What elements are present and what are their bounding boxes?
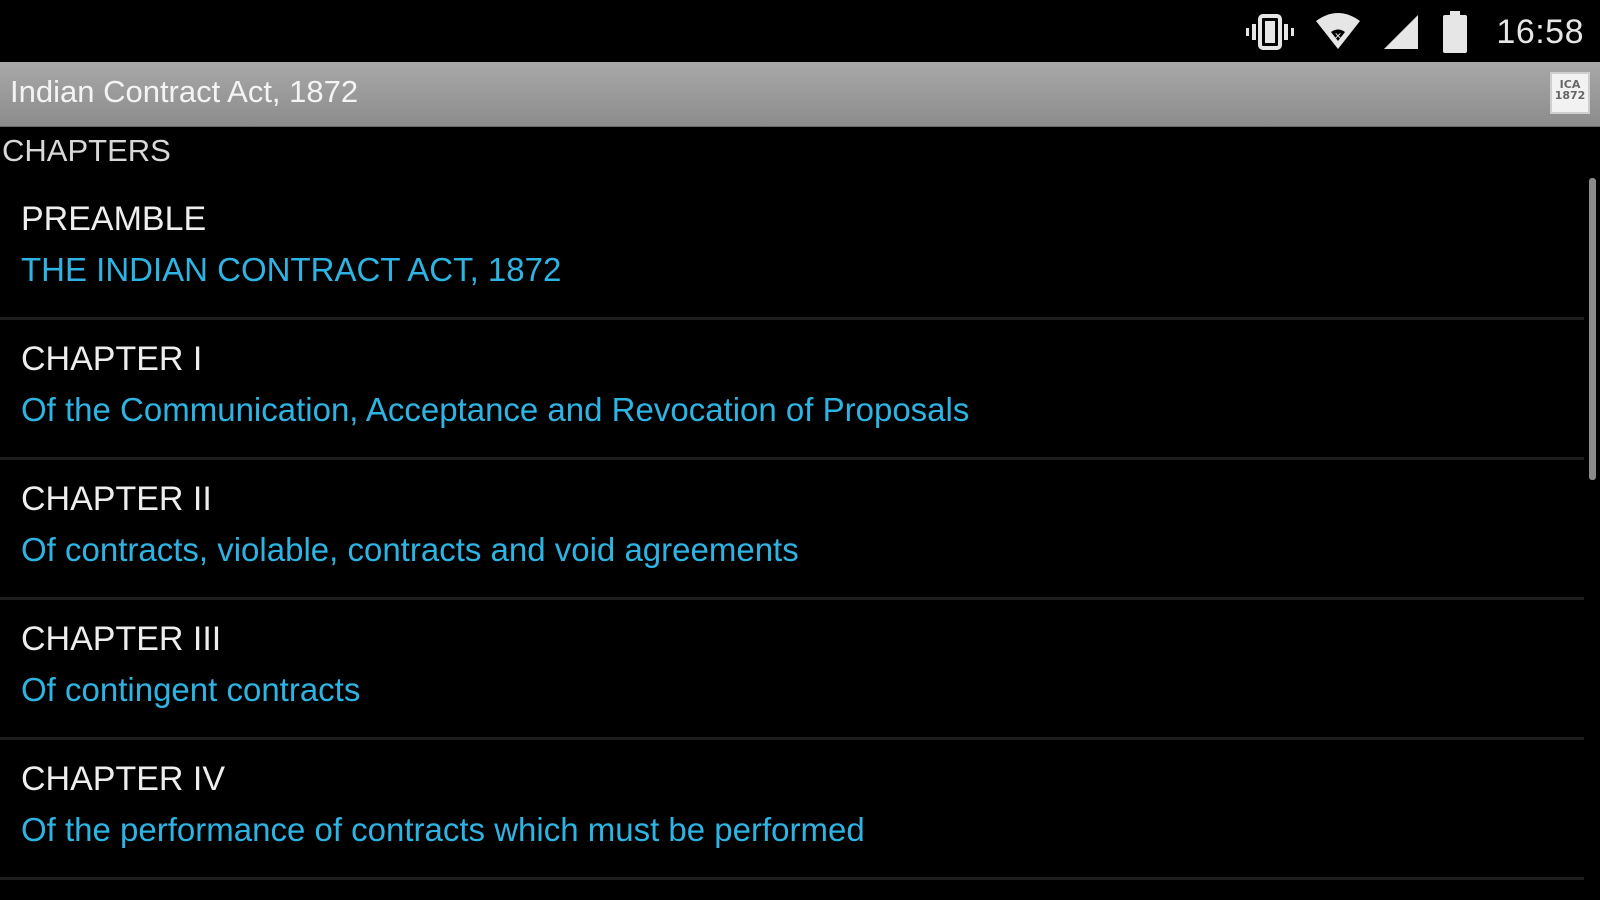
vibrate-icon [1246,12,1295,52]
cell-signal-icon [1382,13,1420,51]
chapter-list-item[interactable]: CHAPTER I Of the Communication, Acceptan… [0,320,1584,460]
chapter-title: CHAPTER I [21,340,203,378]
chapter-list-item[interactable]: CHAPTER III Of contingent contracts [0,600,1584,740]
chapter-title: PREAMBLE [21,200,207,238]
chapter-list-item[interactable]: CHAPTER IV Of the performance of contrac… [0,740,1584,880]
chapter-list-item[interactable]: CHAPTER II Of contracts, violable, contr… [0,460,1584,600]
status-icons: ✕ 16:58 [1246,8,1584,56]
chapter-subtitle: Of the performance of contracts which mu… [21,811,865,848]
app-screen: ✕ 16:58 Indian Contract Act, 1872 ICA 18… [0,0,1600,900]
app-title: Indian Contract Act, 1872 [10,74,359,109]
list-scrollbar[interactable] [1589,178,1596,480]
chapter-subtitle: Of contingent contracts [21,671,361,708]
chapter-subtitle: Of contracts, violable, contracts and vo… [21,531,799,568]
app-logo-icon[interactable]: ICA 1872 [1550,72,1590,114]
chapter-subtitle: THE INDIAN CONTRACT ACT, 1872 [21,251,562,288]
svg-text:✕: ✕ [1335,32,1343,42]
chapter-title: CHAPTER IV [21,760,226,798]
wifi-icon: ✕ [1316,13,1361,51]
chapter-title: CHAPTER II [21,480,212,518]
chapter-subtitle: Of the Communication, Acceptance and Rev… [21,391,970,428]
clock-time: 16:58 [1496,12,1584,51]
action-bar: Indian Contract Act, 1872 ICA 1872 [0,62,1600,127]
section-header-chapters: CHAPTERS [2,133,171,168]
status-bar: ✕ 16:58 [0,0,1600,62]
chapter-list-item[interactable]: PREAMBLE THE INDIAN CONTRACT ACT, 1872 [0,180,1584,320]
app-logo-label: ICA 1872 [1554,78,1586,102]
chapter-title: CHAPTER III [21,620,222,658]
battery-icon [1442,11,1468,53]
chapter-list: PREAMBLE THE INDIAN CONTRACT ACT, 1872 C… [0,180,1584,880]
